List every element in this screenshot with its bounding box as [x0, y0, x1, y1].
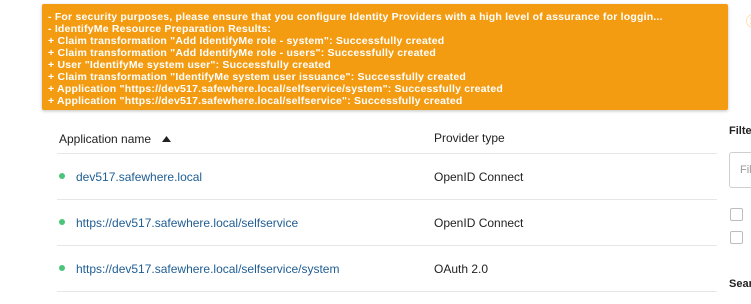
notification-line: + User "IdentifyMe system user": Success… [48, 59, 331, 71]
notification-messages: - For security purposes, please ensure t… [48, 11, 688, 107]
application-link[interactable]: dev517.safewhere.local [76, 170, 202, 184]
notification-line: + Claim transformation "IdentifyMe syste… [48, 71, 466, 83]
application-link[interactable]: https://dev517.safewhere.local/selfservi… [76, 216, 298, 230]
status-dot-icon [59, 173, 65, 179]
status-dot-icon [59, 265, 65, 271]
provider-type-value: OpenID Connect [434, 170, 524, 184]
filter-panel: Filte Fil Sear [727, 0, 751, 304]
filter-input[interactable]: Fil [729, 152, 751, 188]
notification-line: + Application "https://dev517.safewhere.… [48, 95, 463, 107]
application-link[interactable]: https://dev517.safewhere.local/selfservi… [76, 262, 339, 276]
filter-checkbox[interactable] [730, 231, 743, 244]
table-row: https://dev517.safewhere.local/selfservi… [57, 246, 717, 292]
filter-panel-title: Filte [729, 125, 751, 137]
applications-table: Application name Provider type dev517.sa… [57, 117, 717, 292]
sort-ascending-icon[interactable] [162, 131, 172, 145]
filter-input-placeholder: Fil [740, 164, 751, 176]
notification-line: + Application "https://dev517.safewhere.… [48, 83, 504, 95]
status-dot-icon [59, 219, 65, 225]
provider-type-value: OAuth 2.0 [434, 262, 489, 276]
notification-banner: - For security purposes, please ensure t… [42, 4, 751, 110]
table-row: https://dev517.safewhere.local/selfservi… [57, 200, 717, 246]
notification-line: + Claim transformation "Add IdentifyMe r… [48, 47, 436, 59]
table-row: dev517.safewhere.local OpenID Connect [57, 154, 717, 200]
notification-line: + Claim transformation "Add IdentifyMe r… [48, 35, 445, 47]
provider-type-value: OpenID Connect [434, 216, 524, 230]
column-header-application-name[interactable]: Application name [59, 131, 172, 146]
table-header: Application name Provider type [57, 117, 717, 154]
column-header-provider-type[interactable]: Provider type [434, 131, 505, 145]
search-section-label: Sear [729, 278, 751, 290]
notification-line: - For security purposes, please ensure t… [48, 11, 663, 23]
column-header-label: Application name [59, 132, 152, 146]
notification-line: - IdentifyMe Resource Preparation Result… [48, 23, 272, 35]
filter-checkbox[interactable] [730, 208, 743, 221]
